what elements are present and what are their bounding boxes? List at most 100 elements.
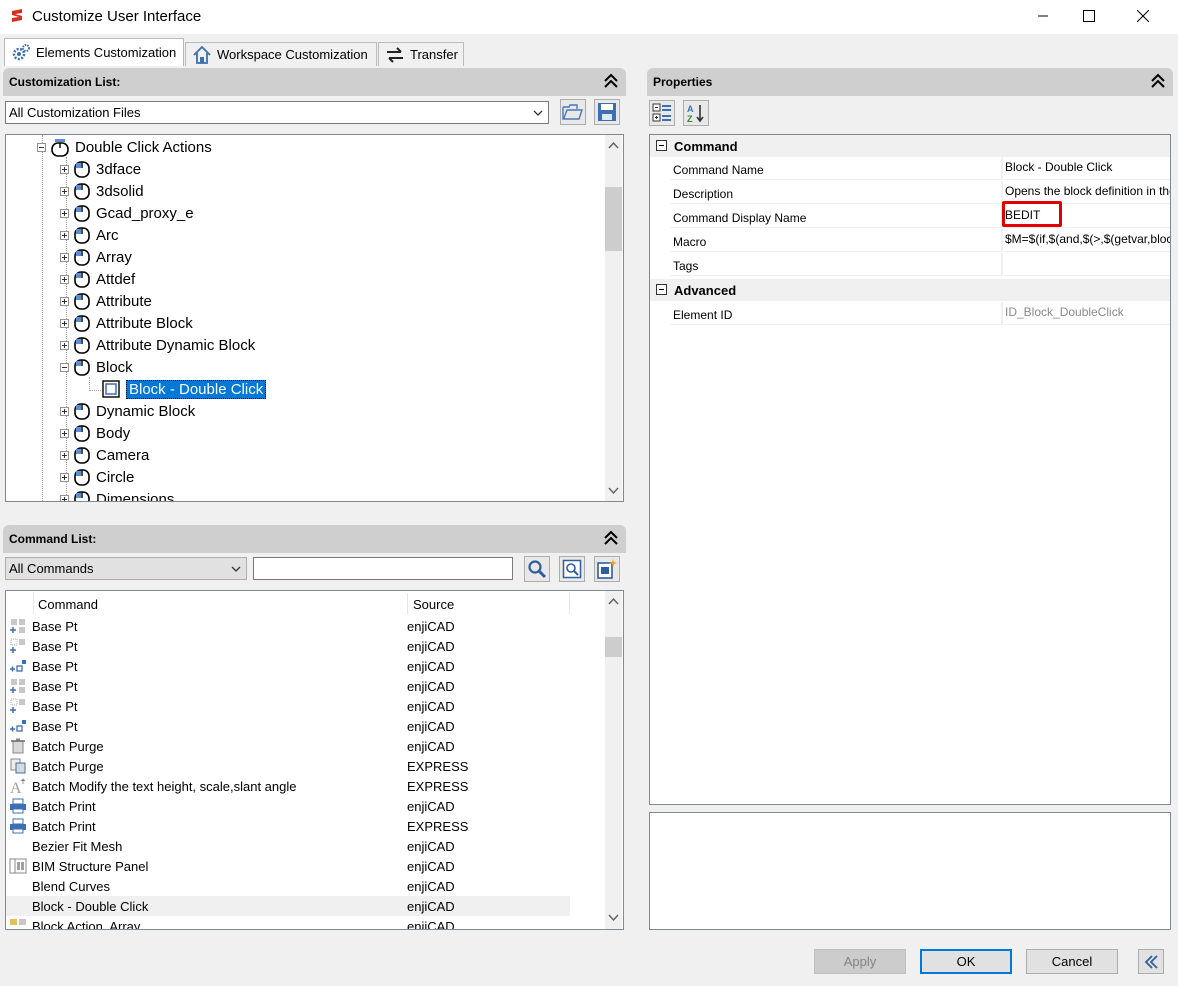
property-row-element-id[interactable]: Element ID ID_Block_DoubleClick: [670, 302, 1170, 326]
tree-item-dimensions[interactable]: Dimensions: [60, 488, 174, 501]
command-filter-select[interactable]: All Commands: [5, 557, 247, 580]
properties-grid[interactable]: Command Command Name Block - Double Clic…: [649, 134, 1171, 805]
open-file-button[interactable]: [560, 99, 586, 125]
column-header-source[interactable]: Source: [413, 597, 454, 612]
tree-item-label: Body: [96, 424, 131, 442]
table-row[interactable]: Bezier Fit Mesh enjiCAD: [6, 836, 570, 856]
search-button[interactable]: [524, 556, 550, 582]
maximize-button[interactable]: [1066, 0, 1112, 32]
expand-toggle[interactable]: [60, 318, 69, 328]
scroll-down-icon[interactable]: [608, 487, 619, 495]
command-list-table[interactable]: Command Source Base Pt enjiCAD Base Pt e…: [5, 590, 624, 930]
property-value-field[interactable]: Block - Double Click: [1004, 157, 1170, 180]
expand-toggle[interactable]: [60, 208, 69, 218]
property-row-macro[interactable]: Macro $M=$(if,$(and,$(>,$(getvar,blockec: [670, 229, 1170, 253]
expand-toggle[interactable]: [60, 406, 69, 416]
tree-scrollbar[interactable]: [605, 135, 622, 501]
new-command-button[interactable]: [594, 556, 620, 582]
tree-item-camera[interactable]: Camera: [60, 444, 149, 466]
categorized-button[interactable]: [649, 100, 675, 126]
expand-toggle[interactable]: [60, 230, 69, 240]
property-row-command-display-name[interactable]: Command Display Name BEDIT: [670, 205, 1170, 229]
tree-item-block[interactable]: Block: [60, 356, 133, 378]
tree-item-double-click-actions[interactable]: Double Click Actions: [37, 136, 212, 158]
base-point-icon: [10, 679, 25, 693]
scroll-up-icon[interactable]: [608, 597, 619, 605]
close-button[interactable]: [1120, 0, 1166, 32]
tree-item-dynamic-block[interactable]: Dynamic Block: [60, 400, 195, 422]
collapse-double-chevron-icon[interactable]: [602, 72, 620, 90]
table-row[interactable]: Base Pt enjiCAD: [6, 616, 570, 636]
cancel-button[interactable]: Cancel: [1026, 949, 1118, 974]
tree-item-3dface[interactable]: 3dface: [60, 158, 141, 180]
expand-toggle[interactable]: [60, 472, 69, 482]
command-search-input[interactable]: [253, 557, 513, 580]
find-in-list-button[interactable]: [559, 556, 585, 582]
table-row-highlighted[interactable]: Block - Double Click enjiCAD: [6, 896, 570, 916]
table-row[interactable]: Base Pt enjiCAD: [6, 636, 570, 656]
collapse-toggle[interactable]: [37, 142, 46, 152]
table-row[interactable]: Batch Purge enjiCAD: [6, 736, 570, 756]
tab-elements-customization[interactable]: Elements Customization: [4, 38, 184, 66]
table-row[interactable]: Base Pt enjiCAD: [6, 716, 570, 736]
alphabetical-button[interactable]: A Z: [683, 100, 709, 126]
collapse-toggle[interactable]: [60, 362, 69, 372]
table-row[interactable]: A Batch Modify the text height, scale,sl…: [6, 776, 570, 796]
table-row[interactable]: Block Action, Array enjiCAD: [6, 916, 570, 929]
expand-toggle[interactable]: [60, 252, 69, 262]
tab-workspace-customization[interactable]: Workspace Customization: [185, 42, 377, 66]
tree-item-attribute-block[interactable]: Attribute Block: [60, 312, 193, 334]
property-value-field[interactable]: $M=$(if,$(and,$(>,$(getvar,blockec: [1004, 229, 1170, 252]
expand-toggle[interactable]: [60, 428, 69, 438]
command-list-scrollbar[interactable]: [605, 591, 622, 929]
table-row[interactable]: Batch Print enjiCAD: [6, 796, 570, 816]
table-row[interactable]: Batch Print EXPRESS: [6, 816, 570, 836]
tree-item-arc[interactable]: Arc: [60, 224, 119, 246]
expand-toggle[interactable]: [60, 494, 69, 501]
property-row-tags[interactable]: Tags: [670, 253, 1170, 277]
tree-item-block-double-click[interactable]: Block - Double Click: [102, 378, 267, 400]
customization-tree[interactable]: Double Click Actions 3dface 3dsolid Gcad…: [5, 134, 624, 502]
expand-toggle[interactable]: [60, 186, 69, 196]
expand-toggle[interactable]: [60, 340, 69, 350]
expand-toggle[interactable]: [60, 274, 69, 284]
tree-item-array[interactable]: Array: [60, 246, 132, 268]
table-row[interactable]: Base Pt enjiCAD: [6, 696, 570, 716]
property-row-command-name[interactable]: Command Name Block - Double Click: [670, 157, 1170, 181]
ok-button[interactable]: OK: [920, 949, 1012, 974]
column-header-command[interactable]: Command: [38, 597, 98, 612]
customization-file-select[interactable]: All Customization Files: [5, 101, 549, 124]
property-row-description[interactable]: Description Opens the block definition i…: [670, 181, 1170, 205]
command-list-scroll-thumb[interactable]: [605, 637, 622, 657]
collapse-toggle[interactable]: [656, 284, 667, 295]
category-advanced[interactable]: Advanced: [650, 279, 1170, 301]
tree-item-attribute-dynamic-block[interactable]: Attribute Dynamic Block: [60, 334, 255, 356]
collapse-panel-button[interactable]: [1138, 949, 1164, 974]
property-value-field[interactable]: [1004, 253, 1170, 276]
collapse-toggle[interactable]: [656, 140, 667, 151]
table-row[interactable]: Base Pt enjiCAD: [6, 676, 570, 696]
collapse-double-chevron-icon[interactable]: [1149, 72, 1167, 90]
table-row[interactable]: Blend Curves enjiCAD: [6, 876, 570, 896]
minimize-button[interactable]: [1020, 0, 1066, 32]
tree-item-circle[interactable]: Circle: [60, 466, 134, 488]
tree-item-gcad-proxy-e[interactable]: Gcad_proxy_e: [60, 202, 194, 224]
tree-item-body[interactable]: Body: [60, 422, 130, 444]
apply-button[interactable]: Apply: [814, 949, 906, 974]
table-row[interactable]: Batch Purge EXPRESS: [6, 756, 570, 776]
scroll-up-icon[interactable]: [608, 141, 619, 149]
tree-item-attribute[interactable]: Attribute: [60, 290, 152, 312]
category-command[interactable]: Command: [650, 135, 1170, 157]
collapse-double-chevron-icon[interactable]: [602, 529, 620, 547]
scroll-down-icon[interactable]: [608, 914, 619, 922]
save-file-button[interactable]: [594, 99, 620, 125]
expand-toggle[interactable]: [60, 450, 69, 460]
expand-toggle[interactable]: [60, 164, 69, 174]
tree-item-attdef[interactable]: Attdef: [60, 268, 135, 290]
table-row[interactable]: Base Pt enjiCAD: [6, 656, 570, 676]
expand-toggle[interactable]: [60, 296, 69, 306]
tab-transfer[interactable]: Transfer: [378, 42, 464, 66]
tree-item-3dsolid[interactable]: 3dsolid: [60, 180, 144, 202]
tree-scroll-thumb[interactable]: [605, 187, 622, 251]
table-row[interactable]: BIM Structure Panel enjiCAD: [6, 856, 570, 876]
